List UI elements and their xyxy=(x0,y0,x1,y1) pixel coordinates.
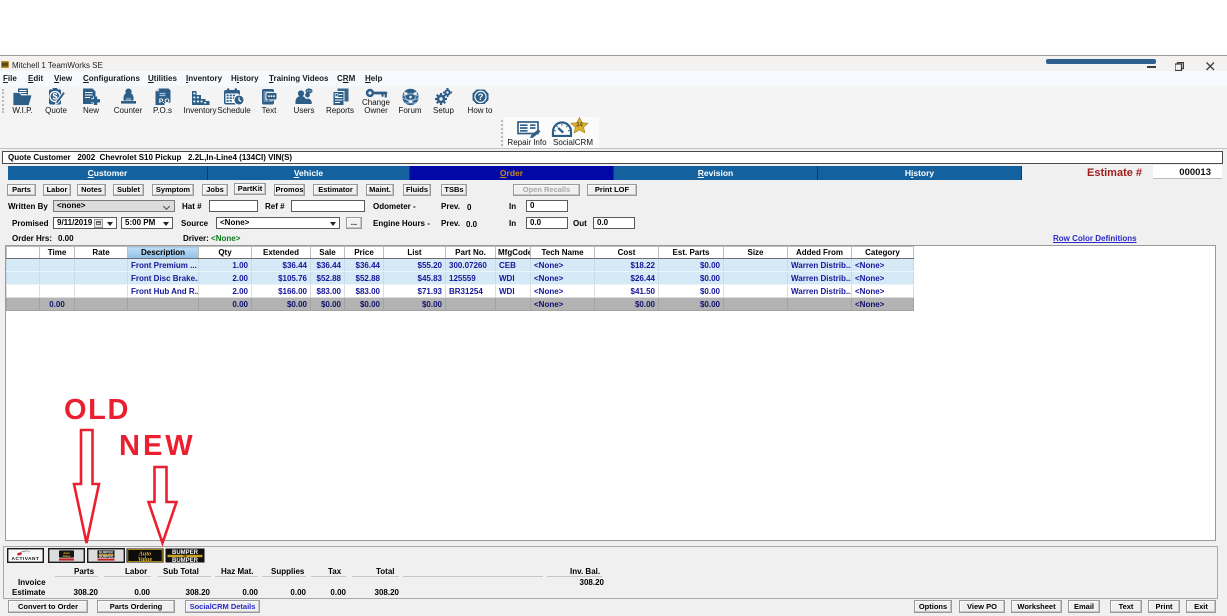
svg-text:NEW: NEW xyxy=(119,430,196,462)
svg-text:OLD: OLD xyxy=(64,394,130,426)
